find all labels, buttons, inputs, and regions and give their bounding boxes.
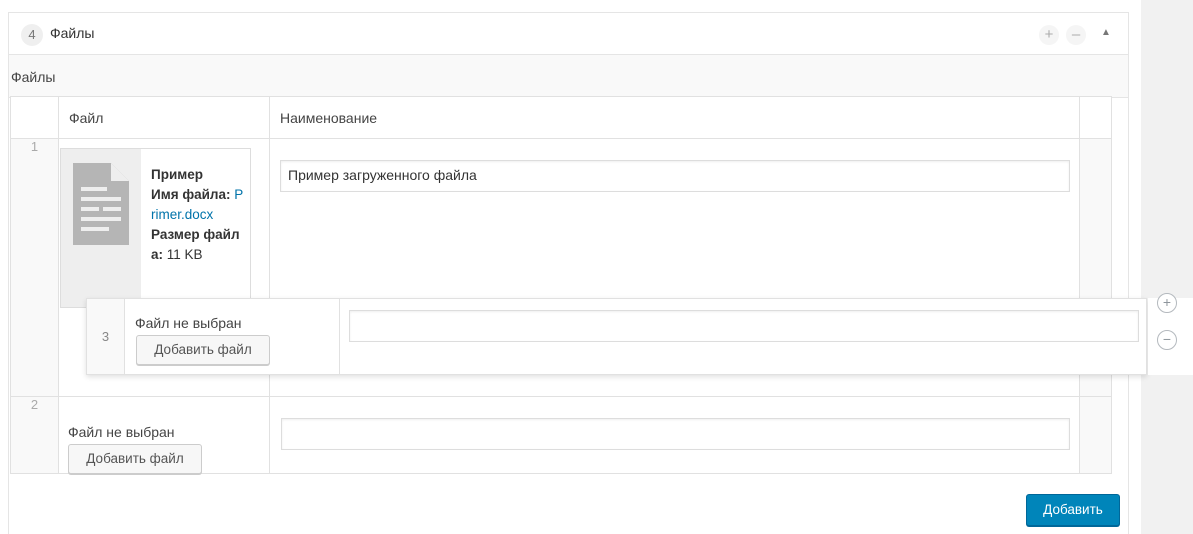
name-input[interactable]: Пример загруженного файла	[280, 160, 1070, 192]
header-actions-cell	[1079, 96, 1112, 139]
row-actions: + −	[1148, 293, 1193, 375]
table-header-row: Файл Наименование	[10, 96, 1112, 139]
group-header[interactable]: 4 Файлы + – ▲	[9, 13, 1128, 55]
name-input[interactable]	[349, 310, 1139, 342]
file-title: Пример	[151, 167, 203, 182]
file-info: Пример Имя файла: Primer.docx Размер фай…	[151, 165, 247, 265]
row-number[interactable]: 2	[10, 396, 59, 474]
collapse-icon[interactable]: ▲	[1101, 27, 1111, 38]
group-title: Файлы	[50, 25, 95, 41]
row-number[interactable]: 1	[10, 138, 59, 397]
column-header-name: Наименование	[269, 96, 1080, 139]
remove-row-icon[interactable]: −	[1157, 330, 1177, 350]
field-label: Файлы	[11, 69, 56, 85]
file-name-label: Имя файла:	[151, 187, 231, 202]
row-number[interactable]: 3	[87, 299, 125, 374]
file-size-value: 11 KB	[166, 247, 203, 262]
sidebar-strip	[1141, 0, 1193, 534]
add-file-button[interactable]: Добавить файл	[68, 444, 202, 474]
group-count-badge: 4	[21, 24, 43, 46]
add-file-button[interactable]: Добавить файл	[136, 335, 270, 365]
column-header-file: Файл	[58, 96, 270, 139]
column-divider	[339, 299, 340, 374]
header-number-cell	[10, 96, 59, 139]
file-thumbnail	[61, 149, 141, 307]
document-icon	[73, 163, 129, 245]
add-row-icon[interactable]: +	[1157, 293, 1177, 313]
no-file-text: Файл не выбран	[135, 315, 242, 331]
name-input[interactable]	[281, 418, 1070, 450]
group-add-button[interactable]: +	[1039, 25, 1059, 45]
field-label-bar: Файлы	[9, 55, 1128, 98]
row-handle[interactable]	[1079, 396, 1112, 474]
uploaded-file-card[interactable]: Пример Имя файла: Primer.docx Размер фай…	[60, 148, 251, 308]
dragging-row[interactable]: 3 Файл не выбран Добавить файл	[86, 298, 1147, 375]
no-file-text: Файл не выбран	[68, 424, 175, 440]
group-remove-button[interactable]: –	[1066, 25, 1086, 45]
add-row-button[interactable]: Добавить	[1026, 494, 1120, 526]
